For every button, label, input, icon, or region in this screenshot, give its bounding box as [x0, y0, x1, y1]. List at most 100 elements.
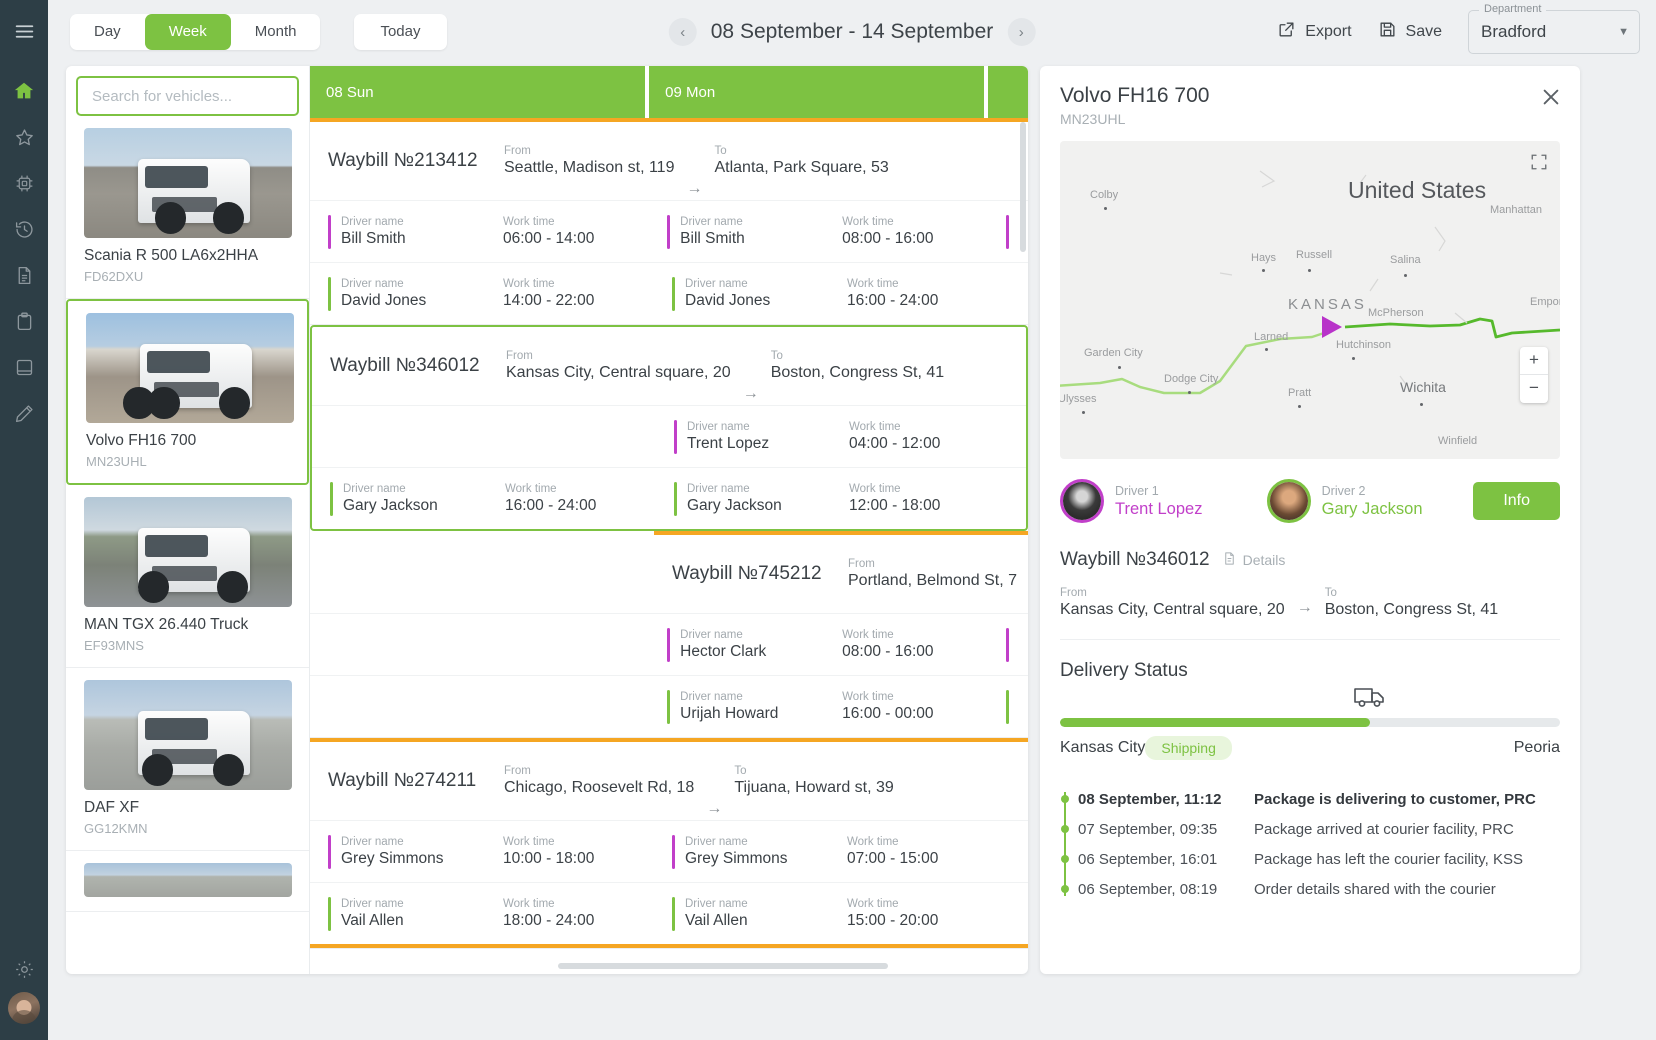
waybill-block[interactable]: Waybill №745212 From Portland, Belmond S… [310, 531, 1028, 738]
menu-icon[interactable] [0, 8, 48, 54]
map-city-label: Larned [1254, 331, 1288, 343]
shift-color-bar [667, 215, 670, 249]
tab-month[interactable]: Month [231, 14, 321, 50]
work-time-label: Work time [505, 483, 596, 495]
waybill-block[interactable]: Waybill №213412 From Seattle, Madison st… [310, 118, 1028, 325]
shift-cell[interactable]: Driver name Grey Simmons Work time 10:00… [310, 821, 654, 882]
tab-week[interactable]: Week [145, 14, 231, 50]
export-button[interactable]: Export [1277, 20, 1351, 44]
timeline-text: Package has left the courier facility, K… [1254, 851, 1523, 868]
shift-cell[interactable]: Driver name Hector Clark Work time 08:00… [649, 614, 988, 675]
shift-cell[interactable]: Driver name Trent Lopez Work time 04:00 … [656, 406, 1000, 467]
shift-cell[interactable]: Driver name Grey Simmons Work time 07:00… [654, 821, 998, 882]
shift-color-bar [674, 420, 677, 454]
shift-color-bar [328, 897, 331, 931]
details-link[interactable]: Details [1222, 551, 1286, 569]
chevron-left-icon[interactable]: ‹ [669, 18, 697, 46]
tab-day[interactable]: Day [70, 14, 145, 50]
driver-name-value: Gary Jackson [687, 497, 849, 515]
zoom-out-button[interactable]: − [1520, 375, 1548, 403]
shift-cell[interactable]: Driver name Bill Smith Work time 06:00 -… [310, 201, 649, 262]
clipboard-icon[interactable] [0, 298, 48, 344]
map-city-label: Garden City [1084, 347, 1143, 359]
save-label: Save [1406, 23, 1442, 41]
driver-name-value: Trent Lopez [687, 435, 849, 453]
waybill-block[interactable]: Waybill №274211 From Chicago, Roosevelt … [310, 738, 1028, 949]
save-button[interactable]: Save [1378, 20, 1442, 44]
driver-name-label: Driver name [341, 216, 503, 228]
list-item[interactable]: Volvo FH16 700 MN23UHL [66, 299, 309, 485]
home-icon[interactable] [0, 68, 48, 114]
document-icon[interactable] [0, 252, 48, 298]
to-value: Boston, Congress St, 41 [1325, 601, 1498, 619]
shift-color-bar [330, 482, 333, 516]
driver-1-chip[interactable]: Driver 1 Trent Lopez [1060, 479, 1267, 523]
waybill-block-selected[interactable]: Waybill №346012 From Kansas City, Centra… [310, 325, 1028, 531]
horizontal-scrollbar[interactable] [558, 963, 888, 969]
arrow-icon: → [1297, 599, 1313, 619]
avatar[interactable] [8, 992, 40, 1024]
map-city-label: Ulysses [1060, 393, 1097, 405]
chevron-right-icon[interactable]: › [1007, 18, 1035, 46]
work-time-value: 06:00 - 14:00 [503, 230, 594, 248]
avatar [1060, 479, 1104, 523]
waybill-number: Waybill №213412 [328, 150, 504, 172]
search-input[interactable] [92, 88, 283, 105]
star-icon[interactable] [0, 114, 48, 160]
shift-color-bar [672, 897, 675, 931]
today-button[interactable]: Today [354, 14, 446, 50]
from-label: From [506, 350, 731, 362]
map-city-label: Salina [1390, 254, 1421, 266]
from-label: From [504, 765, 694, 777]
vehicle-plate: MN23UHL [86, 454, 289, 469]
driver-name-label: Driver name [680, 691, 842, 703]
map-city-label: Russell [1296, 249, 1332, 261]
pencil-icon[interactable] [0, 390, 48, 436]
list-item[interactable] [66, 851, 309, 912]
driver-name-value: Hector Clark [680, 643, 842, 661]
driver-name-value: David Jones [341, 292, 503, 310]
shift-cell-partial[interactable] [988, 614, 1028, 675]
progress-labels: Kansas City Shipping Peoria [1060, 736, 1560, 760]
shift-cell[interactable]: Driver name Vail Allen Work time 18:00 -… [310, 883, 654, 944]
info-button[interactable]: Info [1473, 482, 1560, 520]
from-value: Kansas City, Central square, 20 [1060, 601, 1285, 619]
search-box[interactable] [76, 76, 299, 116]
drivers-section: Driver 1 Trent Lopez Driver 2 Gary Jacks… [1060, 479, 1560, 523]
list-item[interactable]: Scania R 500 LA6x2HHA FD62DXU [66, 116, 309, 299]
timeline-line [1064, 792, 1066, 896]
shift-cell-partial[interactable] [988, 676, 1028, 737]
shift-cell[interactable]: Driver name David Jones Work time 16:00 … [654, 263, 998, 324]
gear-icon[interactable] [0, 946, 48, 992]
shift-cell[interactable]: Driver name Gary Jackson Work time 12:00… [656, 468, 1000, 529]
map-city-label: Dodge City [1164, 373, 1218, 385]
book-icon[interactable] [0, 344, 48, 390]
vehicle-name: DAF XF [84, 799, 291, 817]
route-map[interactable]: United States KANSAS Colby Hays Russell … [1060, 141, 1560, 459]
shift-cell[interactable]: Driver name Urijah Howard Work time 16:0… [649, 676, 988, 737]
chip-icon[interactable] [0, 160, 48, 206]
driver-name-value: Trent Lopez [1115, 500, 1202, 519]
history-icon[interactable] [0, 206, 48, 252]
chevron-down-icon[interactable]: ▼ [1618, 26, 1629, 38]
vertical-scrollbar[interactable] [1020, 122, 1026, 252]
list-item[interactable]: MAN TGX 26.440 Truck EF93MNS [66, 485, 309, 668]
shift-cell[interactable]: Driver name David Jones Work time 14:00 … [310, 263, 654, 324]
timeline-text: Package is delivering to customer, PRC [1254, 791, 1536, 808]
department-label: Department [1479, 3, 1546, 15]
work-time-label: Work time [849, 421, 940, 433]
map-city-label: McPherson [1368, 307, 1424, 319]
department-select[interactable]: Department Bradford ▼ [1468, 10, 1640, 54]
shift-color-bar [674, 482, 677, 516]
driver-2-chip[interactable]: Driver 2 Gary Jackson [1267, 479, 1474, 523]
shift-cell[interactable]: Driver name Vail Allen Work time 15:00 -… [654, 883, 998, 944]
shift-cell[interactable]: Driver name Gary Jackson Work time 16:00… [312, 468, 656, 529]
close-icon[interactable] [1540, 86, 1562, 108]
fullscreen-icon[interactable] [1530, 153, 1548, 171]
zoom-in-button[interactable]: + [1520, 347, 1548, 375]
driver-name-label: Driver name [687, 483, 849, 495]
work-time-value: 16:00 - 00:00 [842, 705, 933, 723]
shift-cell-empty [312, 406, 656, 467]
list-item[interactable]: DAF XF GG12KMN [66, 668, 309, 851]
shift-cell[interactable]: Driver name Bill Smith Work time 08:00 -… [649, 201, 988, 262]
